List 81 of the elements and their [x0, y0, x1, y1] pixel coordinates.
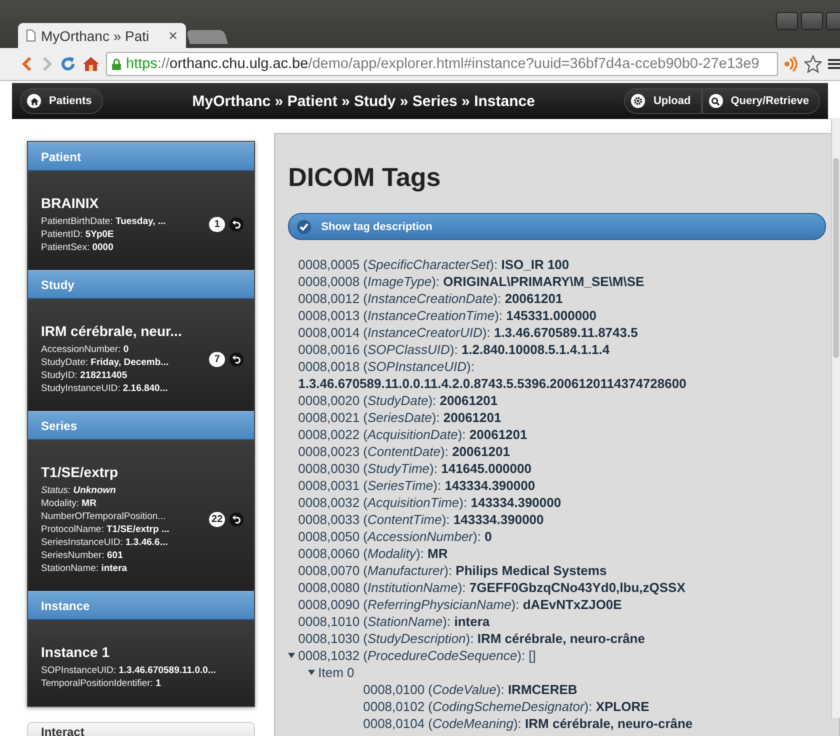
home-icon: [27, 94, 41, 108]
tag-line: 0008,0050 (AccessionNumber): 0: [298, 529, 492, 544]
upload-button[interactable]: Upload: [624, 88, 702, 114]
section-header: Instance: [28, 591, 254, 620]
maximize-button[interactable]: [801, 12, 823, 30]
browser-tab[interactable]: MyOrthanc » Pati ✕: [18, 23, 186, 48]
info-field: AccessionNumber: 0: [41, 343, 210, 356]
home-icon[interactable]: [82, 56, 100, 72]
tag-line: 0008,0104 (CodeMeaning): IRM cérébrale, neuro-crâne: [363, 716, 693, 731]
tag-line: 0008,0031 (SeriesTime): 143334.390000: [298, 478, 536, 493]
new-tab-button[interactable]: [186, 30, 228, 44]
query-retrieve-button[interactable]: Query/Retrieve: [702, 88, 820, 114]
tag-line: 0008,0018 (SOPInstanceUID): 1.3.46.670589.11.0.0.11.4.2.0.8743.5.5396.2006120114374728600: [298, 359, 686, 391]
tag-line: 0008,0090 (ReferringPhysicianName): dAEvNTxZJO0E: [298, 597, 622, 612]
gear-icon: [631, 94, 646, 108]
tag-line: 0008,0080 (InstitutionName): 7GEFF0GbzqCNo43Yd0,lbu,zQSSX: [298, 580, 686, 595]
rss-icon[interactable]: [784, 56, 798, 72]
info-field: SeriesInstanceUID: 1.3.46.6...: [41, 536, 210, 549]
section-header: Series: [28, 411, 254, 440]
info-field: SeriesNumber: 601: [41, 549, 210, 562]
tag-line: 0008,0014 (InstanceCreatorUID): 1.3.46.670589.11.8743.5: [298, 325, 638, 340]
checkbox[interactable]: [297, 220, 312, 234]
tag-line: 0008,0022 (AcquisitionDate): 20061201: [298, 427, 528, 442]
breadcrumb-title: MyOrthanc » Patient » Study » Series » Instance: [191, 92, 536, 110]
back-icon[interactable]: [20, 56, 34, 72]
expand-triangle-icon[interactable]: [308, 669, 316, 676]
page-icon: [26, 29, 36, 42]
info-field: PatientID: 5Yp0E: [41, 228, 210, 241]
search-icon: [708, 94, 723, 108]
tag-line: 0008,0020 (StudyDate): 20061201: [298, 393, 498, 408]
tag-line: Item 0: [318, 665, 354, 680]
tag-line: 0008,0008 (ImageType): ORIGINAL\PRIMARY\M_SE\M\SE: [298, 274, 644, 289]
tag-line: 0008,0100 (CodeValue): IRMCEREB: [363, 682, 578, 697]
tag-line: 0008,0030 (StudyTime): 141645.000000: [298, 461, 532, 476]
interact-panel-header: Interact: [27, 722, 256, 736]
menu-icon[interactable]: [828, 57, 840, 71]
tag-line: 0008,0021 (SeriesDate): 20061201: [298, 410, 502, 425]
star-icon[interactable]: [804, 55, 822, 73]
tag-line: 0008,0012 (InstanceCreationDate): 20061201: [298, 291, 563, 306]
info-field: StationName: intera: [41, 562, 210, 575]
tag-line: 0008,0060 (Modality): MR: [298, 546, 448, 561]
tag-line: 0008,0023 (ContentDate): 20061201: [298, 444, 510, 459]
tag-line: 0008,0005 (SpecificCharacterSet): ISO_IR 100: [298, 257, 570, 272]
info-field: TemporalPositionIdentifier: 1: [41, 677, 244, 690]
section-title[interactable]: IRM cérébrale, neur...: [41, 323, 210, 339]
expand-triangle-icon[interactable]: [288, 652, 296, 659]
tag-line: 0008,1030 (StudyDescription): IRM cérébrale, neuro-crâne: [298, 631, 645, 646]
count-badge: 7: [209, 352, 226, 366]
tag-line: 0008,0013 (InstanceCreationTime): 145331.000000: [298, 308, 597, 323]
show-description-toggle[interactable]: Show tag description: [288, 213, 826, 240]
section-header: Study: [28, 270, 254, 299]
info-field: NumberOfTemporalPosition...: [41, 510, 210, 523]
address-bar[interactable]: https://orthanc.chu.ulg.ac.be/demo/app/explorer.html#instance?uuid=36bf7d4a-cceb90b0-27e13e9: [106, 52, 778, 76]
section-header: Patient: [28, 142, 254, 171]
info-field: SOPInstanceUID: 1.3.46.670589.11.0.0...: [41, 664, 244, 677]
patients-button[interactable]: Patients: [20, 88, 103, 114]
close-icon[interactable]: ✕: [168, 28, 178, 42]
tag-line: 0008,0032 (AcquisitionTime): 143334.390000: [298, 495, 562, 510]
section-title[interactable]: BRAINIX: [41, 195, 210, 211]
tag-line: 0008,0102 (CodingSchemeDesignator): XPLORE: [363, 699, 650, 714]
info-field: StudyInstanceUID: 2.16.840...: [41, 382, 210, 395]
section-title[interactable]: T1/SE/extrp: [41, 464, 210, 480]
count-badge: 22: [209, 512, 226, 527]
info-field: StudyID: 218211405: [41, 369, 210, 382]
info-field: ProtocolName: T1/SE/extrp ...: [41, 523, 210, 536]
section-title[interactable]: Instance 1: [41, 644, 244, 660]
info-field: Status: Unknown: [41, 484, 210, 497]
reload-icon[interactable]: [60, 56, 76, 72]
info-field: PatientBirthDate: Tuesday, ...: [41, 215, 210, 228]
tag-line: 0008,0033 (ContentTime): 143334.390000: [298, 512, 544, 527]
minimize-button[interactable]: [776, 12, 798, 30]
tag-line: 0008,1010 (StationName): intera: [298, 614, 490, 629]
tag-line: 0008,0016 (SOPClassUID): 1.2.840.10008.5.1.4.1.1.4: [298, 342, 610, 357]
info-field: StudyDate: Friday, Decemb...: [41, 356, 210, 369]
page-heading: DICOM Tags: [288, 162, 442, 193]
info-field: Modality: MR: [41, 497, 210, 510]
tag-line: 0008,1032 (ProcedureCodeSequence): []: [298, 648, 536, 663]
tag-line: 0008,0070 (Manufacturer): Philips Medical Systems: [298, 563, 607, 578]
count-badge: 1: [209, 217, 226, 232]
info-field: PatientSex: 0000: [41, 241, 210, 254]
scrollbar[interactable]: [831, 118, 840, 718]
